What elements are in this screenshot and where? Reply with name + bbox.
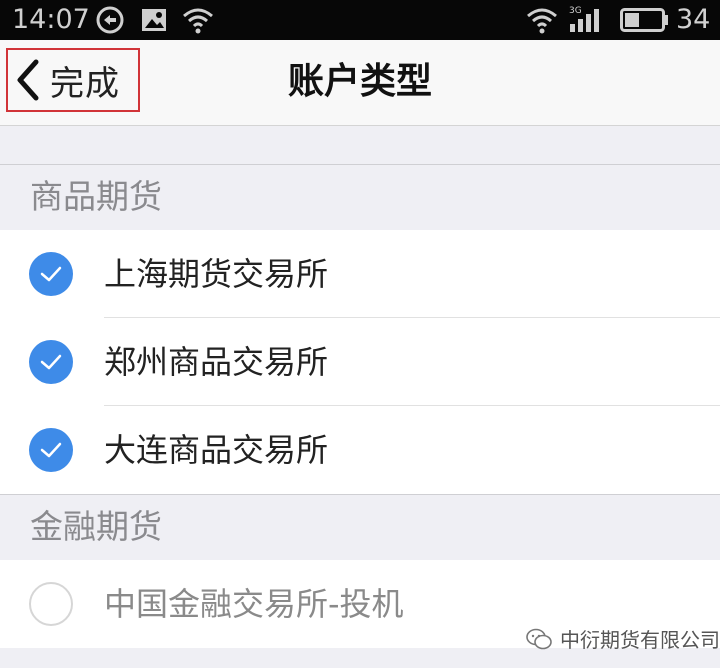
status-time: 14:07 [12, 4, 90, 35]
exchange-label: 郑州商品交易所 [104, 343, 329, 381]
watermark-text: 中衍期货有限公司 [560, 628, 720, 652]
exchange-label: 中国金融交易所-投机 [104, 585, 404, 623]
battery-percent: 34 [676, 4, 711, 35]
sync-icon [96, 6, 124, 38]
checkmark-icon[interactable] [29, 340, 73, 384]
battery-icon [620, 8, 670, 36]
done-label: 完成 [50, 63, 120, 104]
watermark: 中衍期货有限公司 [526, 624, 720, 653]
unchecked-circle-icon[interactable] [29, 582, 73, 626]
checkmark-icon[interactable] [29, 252, 73, 296]
section-header-financial-futures: 金融期货 [0, 494, 720, 560]
network-type-label: 3G [569, 6, 582, 16]
status-bar: 14:07 3G 34 [0, 0, 720, 40]
exchange-label: 大连商品交易所 [104, 431, 329, 469]
wechat-icon [526, 628, 552, 649]
wifi-icon-right [526, 6, 558, 38]
exchange-row-dce[interactable]: 大连商品交易所 [0, 406, 720, 494]
exchange-label: 上海期货交易所 [104, 255, 329, 293]
chevron-left-icon [17, 59, 39, 101]
wifi-icon [182, 6, 214, 38]
spacer [0, 127, 720, 164]
done-back-button[interactable]: 完成 [6, 48, 140, 112]
navigation-bar: 账户类型 完成 [0, 40, 720, 126]
exchange-row-shfe[interactable]: 上海期货交易所 [0, 230, 720, 318]
cell-signal-icon: 3G [568, 4, 608, 38]
section-header-commodity-futures: 商品期货 [0, 164, 720, 230]
exchange-row-czce[interactable]: 郑州商品交易所 [0, 318, 720, 406]
image-notification-icon [140, 6, 168, 38]
checkmark-icon[interactable] [29, 428, 73, 472]
